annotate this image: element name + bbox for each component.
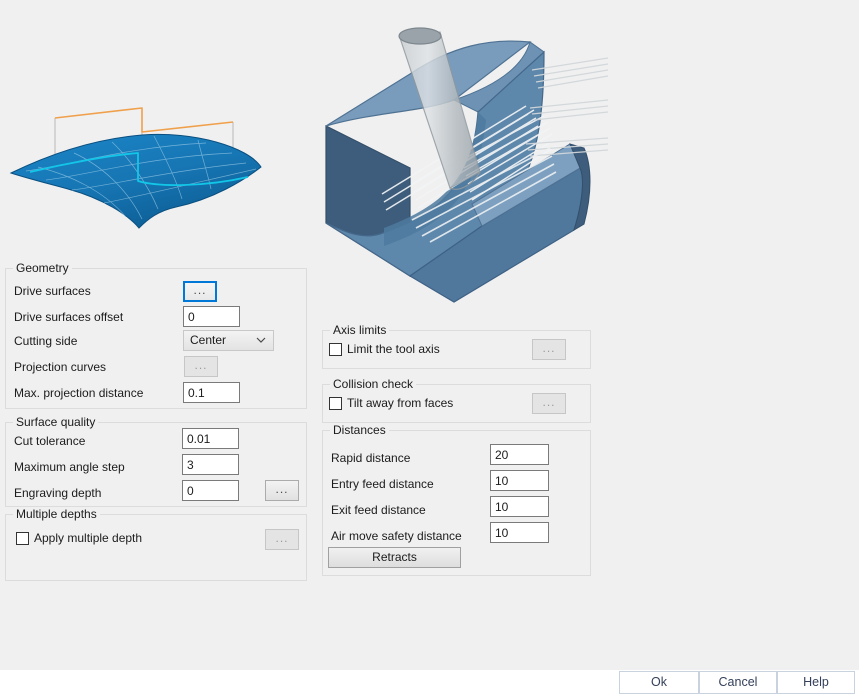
label-rapid-distance: Rapid distance bbox=[331, 451, 411, 465]
group-surface-quality-title: Surface quality bbox=[13, 415, 99, 429]
label-cut-tolerance: Cut tolerance bbox=[14, 434, 86, 448]
label-max-projection-distance: Max. projection distance bbox=[14, 386, 144, 400]
engraving-depth-input[interactable] bbox=[182, 480, 239, 501]
toolpath-preview-illustration bbox=[312, 8, 612, 313]
label-engraving-depth: Engraving depth bbox=[14, 486, 102, 500]
exit-feed-distance-input[interactable] bbox=[490, 496, 549, 517]
apply-multiple-depth-checkbox[interactable] bbox=[16, 531, 29, 545]
dialog-body: Geometry Drive surfaces ... Drive surfac… bbox=[0, 0, 859, 670]
retracts-button[interactable]: Retracts bbox=[328, 547, 461, 568]
limit-tool-axis-checkbox-row[interactable]: Limit the tool axis bbox=[329, 342, 440, 356]
rapid-distance-input[interactable] bbox=[490, 444, 549, 465]
group-multiple-depths: Multiple depths Apply multiple depth ... bbox=[5, 507, 307, 581]
cutting-side-combo[interactable]: Center bbox=[183, 330, 274, 351]
limit-tool-axis-checkbox[interactable] bbox=[329, 342, 342, 356]
label-air-move-safety-distance: Air move safety distance bbox=[331, 529, 462, 543]
engraving-depth-browse-button[interactable]: ... bbox=[265, 480, 299, 501]
drive-surfaces-offset-input[interactable] bbox=[183, 306, 240, 327]
tilt-away-from-faces-checkbox[interactable] bbox=[329, 396, 342, 410]
help-button[interactable]: Help bbox=[777, 671, 855, 694]
tilt-away-from-faces-checkbox-row[interactable]: Tilt away from faces bbox=[329, 396, 453, 410]
projection-curves-browse-button[interactable]: ... bbox=[184, 356, 218, 377]
label-projection-curves: Projection curves bbox=[14, 360, 107, 374]
collision-check-browse-button[interactable]: ... bbox=[532, 393, 566, 414]
group-distances: Distances Rapid distance Entry feed dist… bbox=[322, 423, 591, 576]
label-maximum-angle-step: Maximum angle step bbox=[14, 460, 125, 474]
axis-limits-browse-button[interactable]: ... bbox=[532, 339, 566, 360]
label-exit-feed-distance: Exit feed distance bbox=[331, 503, 426, 517]
surface-preview-illustration bbox=[8, 95, 308, 260]
apply-multiple-depth-checkbox-row[interactable]: Apply multiple depth bbox=[16, 531, 142, 545]
tilt-away-from-faces-label: Tilt away from faces bbox=[347, 396, 454, 410]
cutting-side-value: Center bbox=[190, 333, 227, 347]
group-axis-limits-title: Axis limits bbox=[330, 323, 390, 337]
group-axis-limits: Axis limits Limit the tool axis ... bbox=[322, 323, 591, 369]
label-drive-surfaces-offset: Drive surfaces offset bbox=[14, 310, 124, 324]
label-entry-feed-distance: Entry feed distance bbox=[331, 477, 434, 491]
ok-button[interactable]: Ok bbox=[619, 671, 699, 694]
group-collision-check: Collision check Tilt away from faces ... bbox=[322, 377, 591, 423]
air-move-safety-distance-input[interactable] bbox=[490, 522, 549, 543]
group-geometry: Geometry Drive surfaces ... Drive surfac… bbox=[5, 261, 307, 409]
apply-multiple-depth-label: Apply multiple depth bbox=[34, 531, 143, 545]
label-drive-surfaces: Drive surfaces bbox=[14, 284, 91, 298]
entry-feed-distance-input[interactable] bbox=[490, 470, 549, 491]
group-surface-quality: Surface quality Cut tolerance Maximum an… bbox=[5, 415, 307, 507]
label-cutting-side: Cutting side bbox=[14, 334, 78, 348]
group-collision-check-title: Collision check bbox=[330, 377, 417, 391]
chevron-down-icon bbox=[256, 335, 266, 345]
limit-tool-axis-label: Limit the tool axis bbox=[347, 342, 440, 356]
maximum-angle-step-input[interactable] bbox=[182, 454, 239, 475]
max-projection-distance-input[interactable] bbox=[183, 382, 240, 403]
group-multiple-depths-title: Multiple depths bbox=[13, 507, 100, 521]
cancel-button[interactable]: Cancel bbox=[699, 671, 777, 694]
group-distances-title: Distances bbox=[330, 423, 389, 437]
multiple-depths-browse-button[interactable]: ... bbox=[265, 529, 299, 550]
cut-tolerance-input[interactable] bbox=[182, 428, 239, 449]
drive-surfaces-browse-button[interactable]: ... bbox=[183, 281, 217, 302]
group-geometry-title: Geometry bbox=[13, 261, 72, 275]
